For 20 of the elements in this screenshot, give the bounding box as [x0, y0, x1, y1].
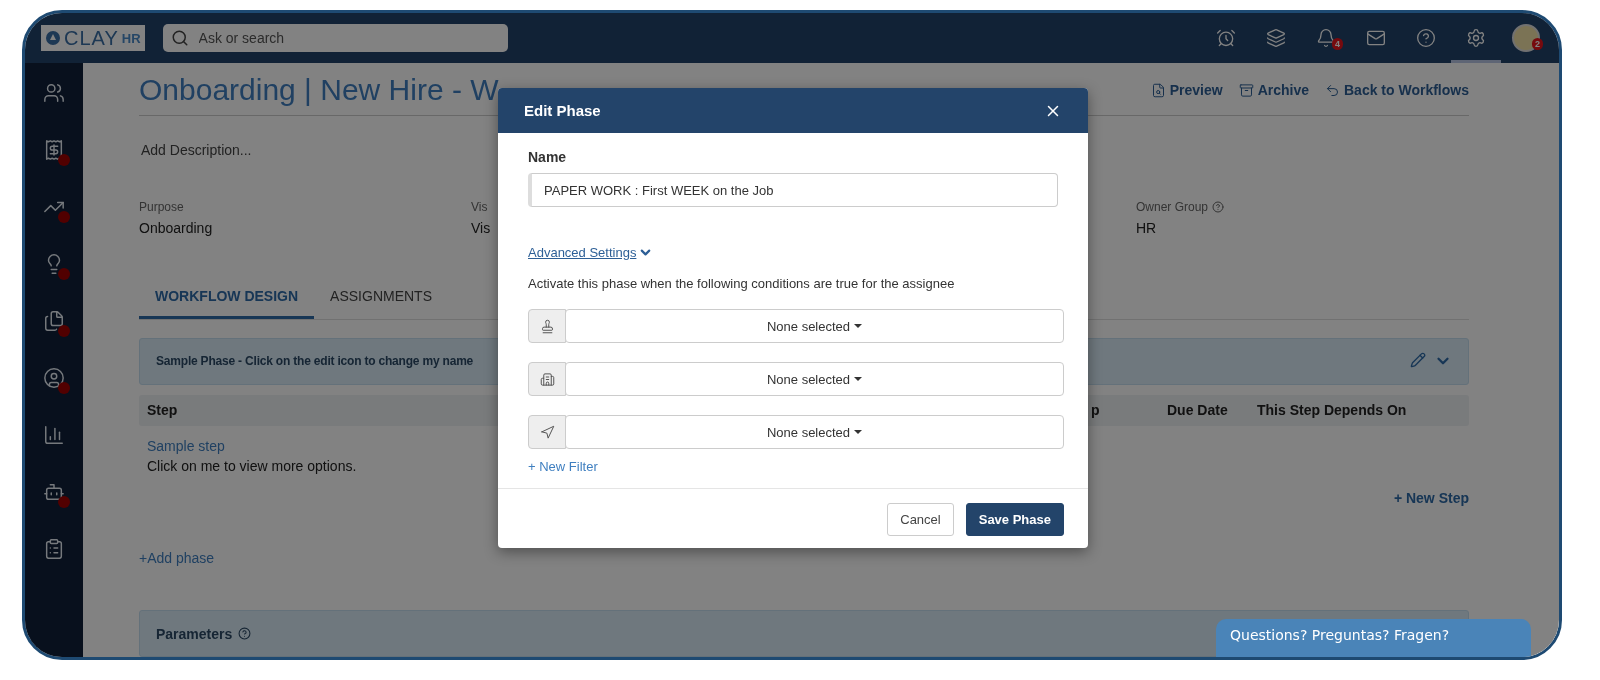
count-badge: 4: [1332, 38, 1343, 50]
field-value: Onboarding: [139, 220, 214, 236]
logo-text: CLAY: [64, 26, 119, 50]
logo-subtext: HR: [121, 30, 141, 46]
field-label: Purpose: [139, 200, 184, 214]
dialog-title: Edit Phase: [524, 102, 601, 119]
phase-title: Sample Phase - Click on the edit icon to change my name: [156, 354, 474, 369]
page-title: Onboarding | New Hire - W: [139, 73, 499, 107]
column-header: This Step Depends On: [1257, 402, 1408, 419]
column-header: Step: [147, 402, 179, 419]
column-header: Due Date: [1167, 402, 1229, 419]
column-header: p: [1091, 402, 1101, 419]
field-label: Vis: [471, 200, 488, 214]
field-value: HR: [1136, 220, 1158, 236]
parameters-title: Parameters: [156, 625, 233, 642]
name-label: Name: [528, 149, 568, 165]
conditions-text: Activate this phase when the following conditions are true for the assignee: [528, 276, 956, 291]
field-label: Owner Group: [1136, 200, 1209, 214]
step-note: Click on me to view more options.: [147, 458, 357, 475]
field-value: Vis: [471, 220, 492, 236]
